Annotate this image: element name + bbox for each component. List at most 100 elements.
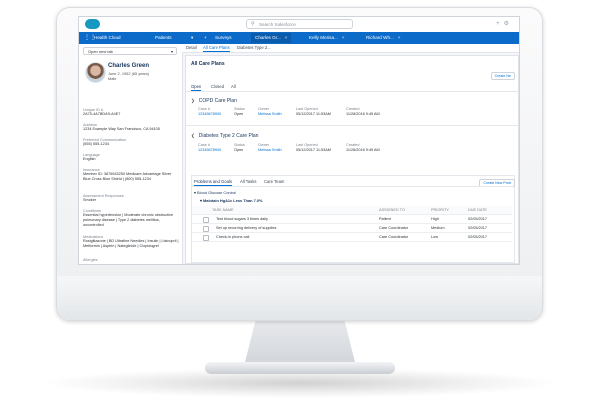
search-input[interactable]: ⚲ Search Salesforce xyxy=(246,19,353,29)
col-created: Created 11/28/2016 9:49 AM xyxy=(346,143,380,152)
task-checkbox[interactable] xyxy=(203,226,209,232)
tab-problems-and-goals[interactable]: Problems and Goals xyxy=(194,179,232,186)
divider xyxy=(186,91,518,92)
tab-care-team[interactable]: Care Team xyxy=(264,179,284,184)
field-allergies: Allergies xyxy=(83,258,179,262)
chevron-right-icon[interactable]: ❯ xyxy=(191,98,195,103)
open-new-tab-dropdown[interactable]: Open new tab ▾ xyxy=(83,47,177,55)
care-plan-diabetes[interactable]: ❮ Diabetes Type 2 Care Plan xyxy=(191,133,258,139)
gear-icon[interactable]: ⚙ xyxy=(504,21,513,27)
field-conditions: Conditions Essential hypertension | Mode… xyxy=(83,209,179,228)
field-language: Language English xyxy=(83,153,179,162)
monitor-chin xyxy=(57,276,542,320)
goal-title: Maintain HgA1c Less Than 7.0% xyxy=(203,198,263,203)
tab-label: Kelly Morisa... xyxy=(309,35,338,40)
col-header: Last Opened xyxy=(296,143,318,147)
field-medications: Medications Rosiglitazone | BD Ultrafine… xyxy=(83,235,179,249)
col-header: Owner xyxy=(258,107,270,111)
col-case: Case # 12345678900 xyxy=(198,143,221,152)
global-header: ⚲ Search Salesforce +⚙ xyxy=(79,17,519,33)
task-priority: Low xyxy=(431,235,438,239)
tab-charles-green[interactable]: Charles Gr... × xyxy=(251,33,292,43)
problem-row[interactable]: ▾ Blood Glucose Control xyxy=(194,190,236,195)
task-name: Test blood sugars 3 times daily xyxy=(216,217,268,221)
case-link[interactable]: 12345678900 xyxy=(198,148,221,152)
col-case: Case # 12345678900 xyxy=(198,107,221,116)
close-icon[interactable]: × xyxy=(398,35,401,40)
chevron-down-icon: ▾ xyxy=(170,49,173,54)
create-new-button[interactable]: Create Ne xyxy=(490,72,515,80)
task-checkbox[interactable] xyxy=(203,217,209,223)
patient-name: Charles Green xyxy=(108,63,150,69)
task-due: 02/05/2017 xyxy=(468,235,488,239)
nav-item-patients[interactable]: Patients xyxy=(155,32,172,44)
main-content: Detail All Care Plans Diabetes Type 2...… xyxy=(182,44,519,264)
col-header: Owner xyxy=(258,143,270,147)
chevron-down-icon[interactable]: ▾ xyxy=(194,190,196,195)
owner-link[interactable]: Melissa Smith xyxy=(258,112,282,116)
close-icon[interactable]: × xyxy=(285,35,288,40)
plus-icon[interactable]: + xyxy=(496,21,504,27)
tab-surveys[interactable]: Surveys xyxy=(211,33,236,43)
page-title: All Care Plans xyxy=(191,61,225,67)
col-header: Last Opened xyxy=(296,107,318,111)
col-header: TASK NAME xyxy=(212,208,234,212)
field-value: Member ID: 3876543250 Medicare Advantage… xyxy=(83,172,172,181)
task-checkbox[interactable] xyxy=(203,235,209,241)
task-priority: High xyxy=(431,217,439,221)
subtab-detail[interactable]: Detail xyxy=(186,44,197,52)
col-header: Case # xyxy=(198,143,211,147)
subtab-diabetes[interactable]: Diabetes Type 2... xyxy=(237,44,271,52)
task-assigned: Patient xyxy=(379,217,391,221)
col-header: Created xyxy=(346,143,360,147)
col-status: Status Open xyxy=(234,143,245,152)
add-tab-icon[interactable]: + xyxy=(204,32,207,44)
tab-label: Richard Wh... xyxy=(366,35,394,40)
record-subtabs: Detail All Care Plans Diabetes Type 2... xyxy=(182,44,519,53)
field-value: 2A75-4A7BDA9-A4E7 xyxy=(83,112,121,116)
tab-closed[interactable]: Closed xyxy=(211,84,224,89)
search-icon: ⚲ xyxy=(251,21,255,27)
chevron-down-icon[interactable]: ▾ xyxy=(191,32,193,44)
problem-title: Blood Glucose Control xyxy=(197,190,236,195)
task-name: Check-in phone call xyxy=(216,235,250,239)
col-owner: Owner Melissa Smith xyxy=(258,143,282,152)
tab-all[interactable]: All xyxy=(231,84,236,89)
goal-row[interactable]: ▾ Maintain HgA1c Less Than 7.0% xyxy=(200,198,263,203)
col-header: PRIORITY xyxy=(431,208,449,212)
field-preferred-communication: Preferred Communication (555) 555-1234 xyxy=(83,138,179,147)
case-link[interactable]: 12345678900 xyxy=(198,112,221,116)
tab-open[interactable]: Open xyxy=(191,84,202,91)
app-nav-bar: ⋮⋮ Health Cloud Patients ▾ + Surveys Cha… xyxy=(79,32,519,44)
app-name: Health Cloud xyxy=(94,35,121,40)
field-value: (555) 555-1234 xyxy=(83,142,109,146)
open-new-tab-label: Open new tab xyxy=(88,49,113,54)
owner-link[interactable]: Melissa Smith xyxy=(258,148,282,152)
chevron-down-icon[interactable]: ▾ xyxy=(200,198,202,203)
monitor-stand-base xyxy=(205,362,395,374)
tab-label: Charles Gr... xyxy=(255,35,281,40)
close-icon[interactable]: × xyxy=(342,35,345,40)
search-placeholder: Search Salesforce xyxy=(259,22,296,27)
field-value: 1234 Example Way San Francisco, CA 94105 xyxy=(83,127,160,131)
chevron-down-icon[interactable]: ❮ xyxy=(191,133,195,138)
created-value: 11/28/2016 9:49 AM xyxy=(346,148,380,152)
salesforce-logo-icon[interactable] xyxy=(85,19,100,29)
col-status: Status Open xyxy=(234,107,245,116)
subtab-all-care-plans[interactable]: All Care Plans xyxy=(203,44,230,52)
col-header: Created xyxy=(346,107,360,111)
care-plan-copd[interactable]: ❯ COPD Care Plan xyxy=(191,98,237,104)
divider xyxy=(191,186,513,187)
task-due: 02/05/2017 xyxy=(468,217,488,221)
tab-richard[interactable]: Richard Wh... × xyxy=(362,33,405,43)
field-insurance: Insurance Member ID: 3876543250 Medicare… xyxy=(83,168,179,182)
avatar xyxy=(85,62,106,83)
field-label: Allergies xyxy=(83,258,98,262)
patient-sidebar: Open new tab ▾ Charles Green June 2, 195… xyxy=(79,44,183,264)
task-table-header: TASK NAME ASSIGNED TO PRIORITY DUE DATE xyxy=(192,206,512,215)
tab-all-tasks[interactable]: All Tasks xyxy=(240,179,256,184)
col-header: Status xyxy=(234,143,245,147)
tab-kelly[interactable]: Kelly Morisa... × xyxy=(305,33,349,43)
col-header: Case # xyxy=(198,107,211,111)
col-created: Created 11/28/2016 9:49 AM xyxy=(346,107,380,116)
